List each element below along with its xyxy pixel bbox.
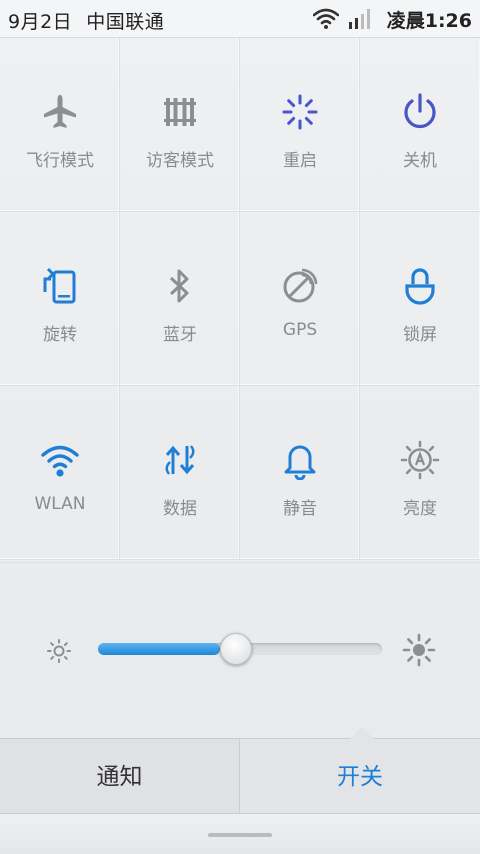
toggle-label: WLAN — [34, 494, 86, 514]
toggle-power[interactable]: 关机 — [360, 38, 480, 212]
toggle-mobile-data[interactable]: 数据 — [120, 386, 240, 560]
tab-toggles[interactable]: 开关 — [240, 739, 480, 813]
brightness-high-icon — [402, 633, 436, 667]
lock-screen-icon — [405, 268, 435, 305]
reboot-icon — [282, 94, 318, 130]
toggle-gps[interactable]: GPS — [240, 212, 360, 386]
signal-strength-icon — [348, 9, 370, 29]
status-bar-right: 凌晨1:26 — [312, 6, 472, 32]
status-time: 凌晨1:26 — [386, 9, 472, 32]
gps-icon — [283, 268, 318, 303]
mobile-data-icon — [165, 445, 195, 475]
status-date: 9月2日 — [8, 11, 73, 33]
active-tab-indicator — [350, 727, 374, 739]
toggle-label: 关机 — [403, 151, 437, 171]
status-bar: 9月2日 中国联通 凌晨1:26 — [0, 0, 480, 38]
drag-handle[interactable] — [208, 833, 272, 837]
quick-settings-panel: 9月2日 中国联通 凌晨1:26 飞行模式 访客模式 重启 关机 旋转 蓝牙 G… — [0, 0, 480, 854]
toggle-label: 旋转 — [43, 325, 77, 345]
brightness-slider-thumb[interactable] — [220, 633, 252, 665]
panel-tabs: 通知 开关 — [0, 727, 480, 814]
wifi-icon — [41, 445, 79, 477]
auto-brightness-icon — [400, 440, 440, 480]
status-bar-left: 9月2日 中国联通 — [8, 7, 164, 34]
toggle-grid: 飞行模式 访客模式 重启 关机 旋转 蓝牙 GPS 锁屏 WLAN 数据 静音 … — [0, 38, 480, 562]
guest-mode-icon — [164, 98, 196, 126]
brightness-low-icon — [47, 639, 71, 663]
toggle-wlan[interactable]: WLAN — [0, 386, 120, 560]
toggle-label: GPS — [282, 320, 318, 340]
toggle-rotate[interactable]: 旋转 — [0, 212, 120, 386]
toggle-bluetooth[interactable]: 蓝牙 — [120, 212, 240, 386]
brightness-slider-fill — [98, 643, 220, 655]
tab-notifications[interactable]: 通知 — [0, 739, 240, 813]
bell-icon — [284, 445, 316, 480]
toggle-label: 重启 — [283, 151, 317, 171]
toggle-label: 飞行模式 — [26, 151, 94, 171]
toggle-label: 访客模式 — [146, 151, 214, 171]
toggle-lock-screen[interactable]: 锁屏 — [360, 212, 480, 386]
toggle-airplane[interactable]: 飞行模式 — [0, 38, 120, 212]
toggle-label: 蓝牙 — [163, 325, 197, 345]
power-icon — [404, 93, 436, 129]
drag-handle-area[interactable] — [0, 814, 480, 854]
toggle-silent[interactable]: 静音 — [240, 386, 360, 560]
toggle-label: 亮度 — [403, 499, 437, 519]
wifi-status-icon — [312, 8, 339, 29]
toggle-label: 数据 — [163, 499, 197, 519]
airplane-icon — [44, 95, 76, 128]
brightness-control — [0, 562, 480, 738]
toggle-brightness-auto[interactable]: 亮度 — [360, 386, 480, 560]
toggle-label: 静音 — [283, 499, 317, 519]
toggle-guest-mode[interactable]: 访客模式 — [120, 38, 240, 212]
rotate-icon — [43, 267, 76, 304]
toggle-reboot[interactable]: 重启 — [240, 38, 360, 212]
bluetooth-icon — [169, 269, 189, 303]
toggle-label: 锁屏 — [403, 325, 437, 345]
carrier-name: 中国联通 — [86, 11, 165, 33]
